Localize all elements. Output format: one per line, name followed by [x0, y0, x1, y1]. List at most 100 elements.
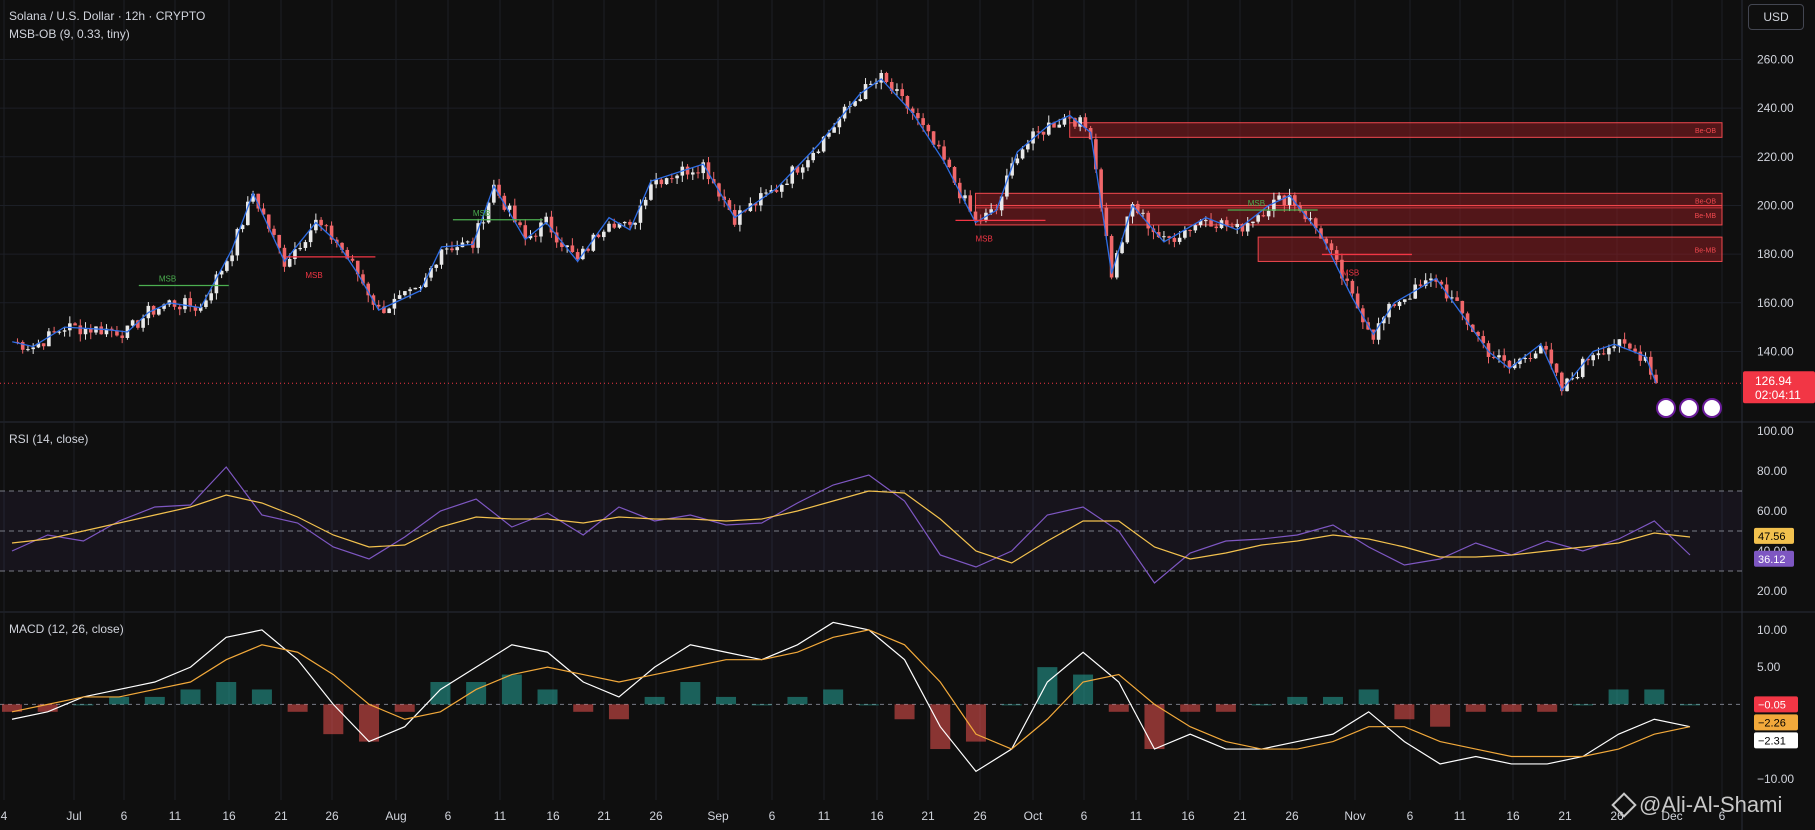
candle-body — [1580, 358, 1585, 377]
x-tick-label: 11 — [1454, 809, 1467, 823]
order-block-label: Be-OB — [1695, 128, 1716, 135]
candle-body — [1596, 353, 1601, 356]
candle-body — [26, 349, 30, 351]
candle-body — [1612, 346, 1616, 349]
candle-body — [408, 289, 412, 292]
candle-body — [1214, 226, 1219, 229]
y-tick-label: 160.00 — [1757, 296, 1794, 310]
macd-histogram-bar — [394, 704, 415, 712]
macd-histogram-bar — [751, 704, 772, 706]
macd-histogram-bar — [680, 682, 701, 705]
candle-body — [900, 89, 904, 97]
y-tick-label: 20.00 — [1757, 584, 1787, 598]
candle-body — [1272, 199, 1276, 211]
candle-body — [287, 258, 292, 267]
candle-body — [141, 318, 145, 328]
candle-body — [272, 228, 276, 235]
candle-body — [659, 179, 664, 185]
symbol-title[interactable]: Solana / U.S. Dollar · 12h · CRYPTO — [9, 9, 205, 23]
y-tick-label: 200.00 — [1757, 198, 1794, 212]
candle-body — [403, 291, 407, 296]
candle-body — [434, 264, 439, 268]
x-tick-label: 21 — [597, 809, 611, 823]
candle-body — [1418, 284, 1423, 286]
order-block-label: Be-OB — [1695, 199, 1716, 206]
us-flag-icon[interactable] — [1656, 398, 1676, 418]
x-tick-label: 11 — [169, 809, 182, 823]
candle-body — [1329, 243, 1334, 251]
countdown-label: 02:04:11 — [1755, 388, 1801, 402]
last-price-label: 126.94 — [1755, 374, 1792, 388]
macd-histogram-bar — [1287, 696, 1308, 705]
candle-body — [575, 252, 580, 260]
candle-body — [816, 151, 821, 153]
candle-body — [130, 320, 135, 326]
candle-body — [1266, 210, 1271, 217]
candle-body — [628, 221, 632, 225]
candle-body — [73, 323, 77, 326]
macd-histogram-bar — [1180, 704, 1201, 712]
y-tick-label: 220.00 — [1757, 150, 1794, 164]
candle-body — [465, 241, 470, 243]
candle-body — [539, 222, 543, 237]
candle-body — [947, 159, 952, 167]
us-flag-icon[interactable] — [1702, 398, 1722, 418]
candle-body — [670, 178, 674, 180]
x-tick-label: 11 — [494, 809, 507, 823]
macd-histogram-bar — [1394, 704, 1415, 720]
macd-histogram-bar — [216, 682, 237, 705]
candle-body — [1607, 348, 1611, 355]
currency-button[interactable]: USD — [1748, 4, 1804, 30]
candle-body — [921, 118, 925, 126]
candle-body — [83, 328, 88, 335]
candle-body — [1350, 280, 1355, 294]
macd-histogram-bar — [180, 689, 201, 705]
macd-histogram-bar — [787, 696, 808, 705]
macd-histogram-bar — [1501, 704, 1522, 712]
trading-chart[interactable]: 4 Jul 6 11 16 21 26 Aug 6 11 16 21 26 Sep 6 11 16 21 26 Oct… — [0, 0, 1815, 830]
macd-title[interactable]: MACD (12, 26, close) — [9, 622, 124, 636]
candle-body — [1408, 298, 1412, 300]
candle-body — [1209, 220, 1213, 227]
candle-body — [926, 125, 931, 132]
candle-body — [790, 166, 795, 184]
macd-histogram-bar — [109, 696, 130, 705]
panes: Be-OB Be-OB Be-MB Be-MB MSB MSB MSB MSB MSB MSB 12… — [0, 69, 1815, 773]
macd-histogram-bar — [1251, 704, 1272, 706]
candle-body — [533, 235, 538, 237]
candle-body — [649, 184, 653, 200]
candle-body — [324, 225, 329, 227]
candle-body — [633, 222, 637, 225]
candle-body — [858, 99, 863, 102]
macd-histogram-bar — [1644, 689, 1665, 705]
y-tick-label: 5.00 — [1757, 660, 1781, 674]
macd-histogram-bar — [1144, 704, 1165, 750]
macd-histogram-bar — [73, 704, 94, 706]
x-tick-label: 16 — [1506, 809, 1520, 823]
candle-body — [806, 160, 810, 168]
candle-body — [601, 231, 606, 238]
x-tick-label: 6 — [1407, 809, 1414, 823]
candle-body — [1177, 237, 1182, 242]
y-tick-label: 60.00 — [1757, 504, 1787, 518]
candle-body — [1057, 124, 1062, 128]
candle-body — [1172, 237, 1177, 242]
candle-body — [937, 144, 941, 147]
indicator-title[interactable]: MSB-OB (9, 0.33, tiny) — [9, 27, 130, 41]
candle-body — [397, 295, 402, 299]
rsi-title[interactable]: RSI (14, close) — [9, 432, 88, 446]
candle-body — [1628, 343, 1632, 349]
macd-histogram-bar — [1108, 704, 1129, 712]
y-tick-label: 80.00 — [1757, 464, 1787, 478]
candle-body — [570, 245, 575, 253]
macd-tag-value: −2.31 — [1758, 735, 1786, 747]
candle-body — [916, 113, 920, 119]
order-block — [1069, 122, 1723, 138]
us-flag-icon[interactable] — [1679, 398, 1699, 418]
x-tick-label: Aug — [385, 809, 406, 823]
signal-tag-value: −2.26 — [1758, 717, 1786, 729]
candle-body — [298, 247, 302, 250]
y-tick-label: 140.00 — [1757, 344, 1794, 358]
candle-body — [308, 230, 313, 243]
x-tick-label: 26 — [1285, 809, 1299, 823]
